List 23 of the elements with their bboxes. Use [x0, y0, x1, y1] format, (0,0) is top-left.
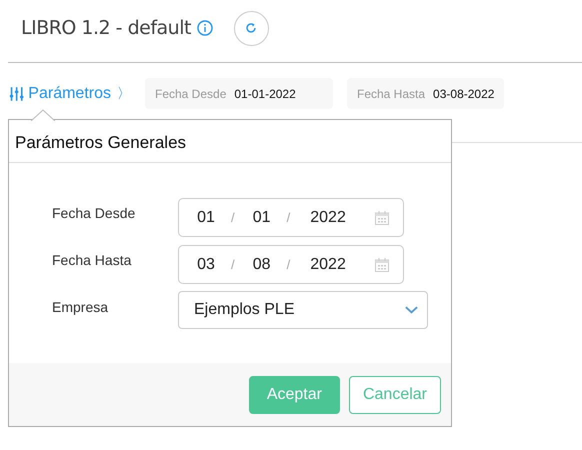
calendar-icon[interactable] — [374, 256, 390, 272]
filter-chip[interactable]: Fecha Desde 01-01-2022 — [145, 78, 333, 109]
date-field[interactable]: 03 / 08 / 2022 — [178, 245, 404, 284]
page-title: LIBRO 1.2 - default — [21, 17, 191, 39]
field-label: Empresa — [52, 298, 110, 315]
calendar-icon[interactable] — [374, 210, 390, 226]
popover-title: Parámetros Generales — [9, 120, 451, 163]
filter-chip[interactable]: Fecha Hasta 03-08-2022 — [347, 78, 504, 109]
field-label: Fecha Desde — [52, 204, 136, 221]
date-field[interactable]: 01 / 01 / 2022 — [178, 198, 404, 237]
refresh-icon — [244, 21, 258, 35]
company-select[interactable]: Ejemplos PLE — [178, 291, 428, 329]
sliders-icon — [9, 84, 24, 102]
parameters-label: Parámetros — [28, 84, 111, 102]
chip-label: Fecha Desde — [155, 86, 226, 100]
refresh-button[interactable] — [234, 10, 269, 46]
chip-value: 01-01-2022 — [234, 86, 296, 100]
field-label: Fecha Hasta — [52, 251, 132, 268]
info-icon[interactable] — [196, 20, 213, 36]
chevron-text: 〉 — [117, 84, 131, 102]
chip-label: Fecha Hasta — [357, 86, 426, 100]
chevron-down-icon — [405, 306, 418, 314]
chip-value: 03-08-2022 — [433, 86, 494, 100]
